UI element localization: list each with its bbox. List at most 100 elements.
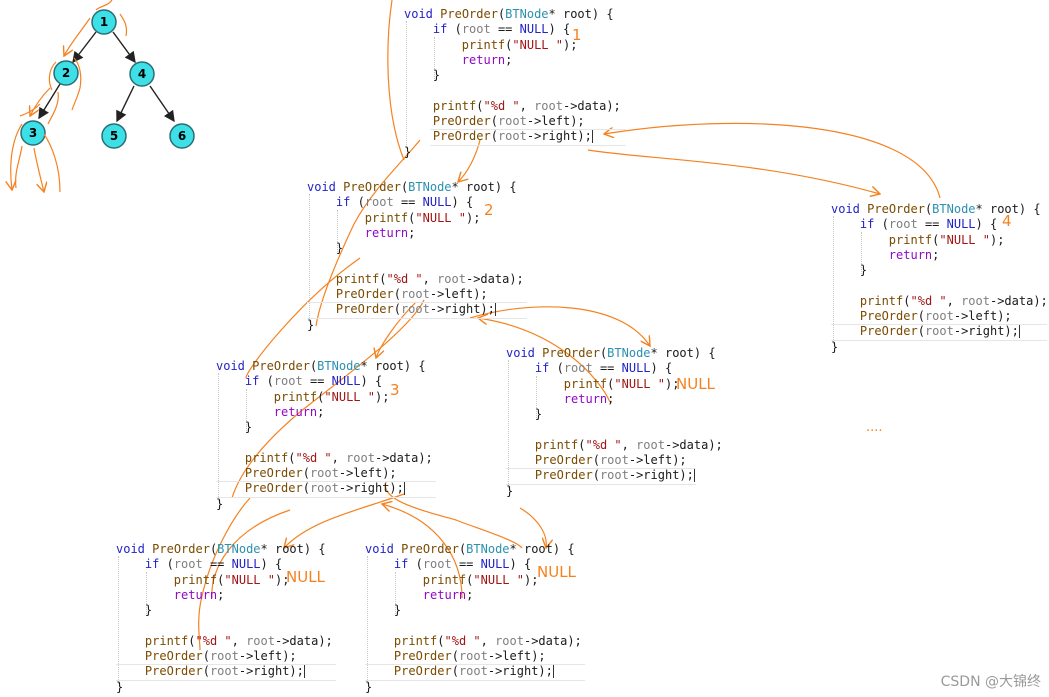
code-line-return: return;	[116, 588, 333, 603]
code-token-root: root	[309, 481, 339, 496]
code-token: ->left);	[238, 649, 297, 664]
type-btnode: BTNode	[466, 542, 510, 556]
code-line-return: return;	[506, 392, 723, 407]
code-token-root: root	[497, 129, 527, 144]
code-token: ->left);	[628, 453, 687, 468]
kw-if: if	[534, 361, 550, 376]
kw-if: if	[144, 557, 160, 572]
code-token-root: root	[924, 309, 954, 324]
kw-return: return	[888, 247, 933, 262]
code-token-root: root	[599, 468, 629, 483]
code-token: ,	[422, 271, 438, 286]
code-token-root: root	[888, 217, 918, 232]
fn-printf: printf	[422, 572, 467, 587]
code-token: ;	[217, 587, 225, 602]
text-caret	[303, 665, 305, 679]
code-token: ==	[302, 374, 332, 389]
code-token: (	[874, 217, 889, 232]
code-line-close: }	[216, 497, 433, 512]
tree-edge-1-4	[112, 31, 136, 64]
code-token: ) {	[360, 374, 383, 389]
code-token: (	[490, 129, 498, 144]
code-line-close: }	[404, 145, 621, 160]
type-btnode: BTNode	[932, 202, 976, 216]
text-caret	[552, 665, 554, 679]
continuation-ellipsis: ....	[866, 420, 883, 435]
code-token: ==	[393, 195, 423, 210]
fn-preorder: PreOrder	[393, 664, 452, 679]
code-token: }	[393, 603, 402, 618]
string-literal: "%d "	[585, 437, 622, 452]
code-token-root: root	[400, 287, 430, 302]
code-line-close: }	[831, 340, 1048, 355]
type-btnode: BTNode	[408, 180, 452, 194]
fn-preorder: PreOrder	[335, 287, 394, 302]
tree-node-5: 5	[101, 123, 127, 149]
code-line-printf-data: printf("%d ", root->data);	[335, 271, 524, 286]
code-line-if: if (root == NULL) {	[216, 374, 433, 389]
code-token-null: NULL	[422, 195, 452, 210]
code-token: (	[917, 324, 925, 339]
code-token: }	[144, 603, 153, 618]
code-line-if-close: }	[831, 263, 1048, 278]
type-btnode: BTNode	[607, 346, 651, 360]
code-line-close: }	[506, 484, 723, 499]
kw-return: return	[563, 391, 608, 406]
code-token-root: root	[209, 649, 239, 664]
code-token: ) {	[509, 557, 532, 572]
code-token: (	[302, 481, 310, 496]
code-line-signature: void PreOrder(BTNode* root) {	[404, 7, 614, 21]
kw-return: return	[273, 404, 318, 419]
tree-node-3-label: 3	[29, 126, 37, 140]
string-literal: "NULL "	[939, 232, 990, 247]
code-token: ->right);	[238, 664, 304, 679]
call-order-label-2: 2	[484, 201, 494, 219]
null-label: NULL	[537, 563, 576, 581]
code-line-printf-null: printf("NULL ");	[273, 389, 390, 404]
code-token: ->left);	[526, 114, 585, 129]
code-token: }	[116, 679, 124, 694]
code-token: ->left);	[429, 287, 488, 302]
code-line-preorder-left: PreOrder(root->left);	[831, 309, 1048, 324]
code-token: ->right);	[628, 468, 694, 483]
fn-printf: printf	[432, 98, 477, 113]
kw-void: void	[116, 542, 145, 556]
code-token: ) {	[548, 22, 571, 37]
call-order-label-1: 1	[572, 26, 582, 44]
tree-node-3: 3	[20, 120, 46, 146]
code-line-preorder-left: PreOrder(root->left);	[365, 649, 582, 664]
fn-printf: printf	[244, 450, 289, 465]
code-token: (	[917, 309, 925, 324]
code-token-root: root	[364, 195, 394, 210]
tree-node-2: 2	[53, 60, 79, 86]
code-token: ==	[592, 361, 622, 376]
kw-void: void	[404, 7, 433, 21]
code-line-close: }	[365, 680, 582, 695]
code-token-root: root	[458, 664, 488, 679]
null-label: NULL	[286, 568, 325, 586]
code-token-root: root	[599, 453, 629, 468]
code-token: ->right);	[338, 481, 404, 496]
code-token: ,	[480, 633, 496, 648]
code-token: (	[451, 664, 459, 679]
tree-node-4: 4	[129, 61, 155, 87]
code-token-root: root	[422, 557, 452, 572]
fn-preorder: PreOrder	[534, 468, 593, 483]
code-token-null: NULL	[519, 22, 549, 37]
code-line-return: return;	[365, 588, 582, 603]
code-line-signature: void PreOrder(BTNode* root) {	[116, 542, 326, 556]
code-token-root: root	[458, 649, 488, 664]
string-literal: "NULL "	[224, 572, 275, 587]
param-root: * root) {	[650, 346, 716, 360]
kw-void: void	[506, 346, 535, 360]
code-line-preorder-right: PreOrder(root->right);	[831, 324, 1048, 339]
fn-preorder: PreOrder	[335, 302, 394, 317]
fn-preorder: PreOrder	[244, 481, 303, 496]
code-token: (	[393, 287, 401, 302]
code-frame-call-3: void PreOrder(BTNode* root) { if (root =…	[216, 359, 436, 512]
fn-printf: printf	[534, 437, 579, 452]
kw-if: if	[393, 557, 409, 572]
